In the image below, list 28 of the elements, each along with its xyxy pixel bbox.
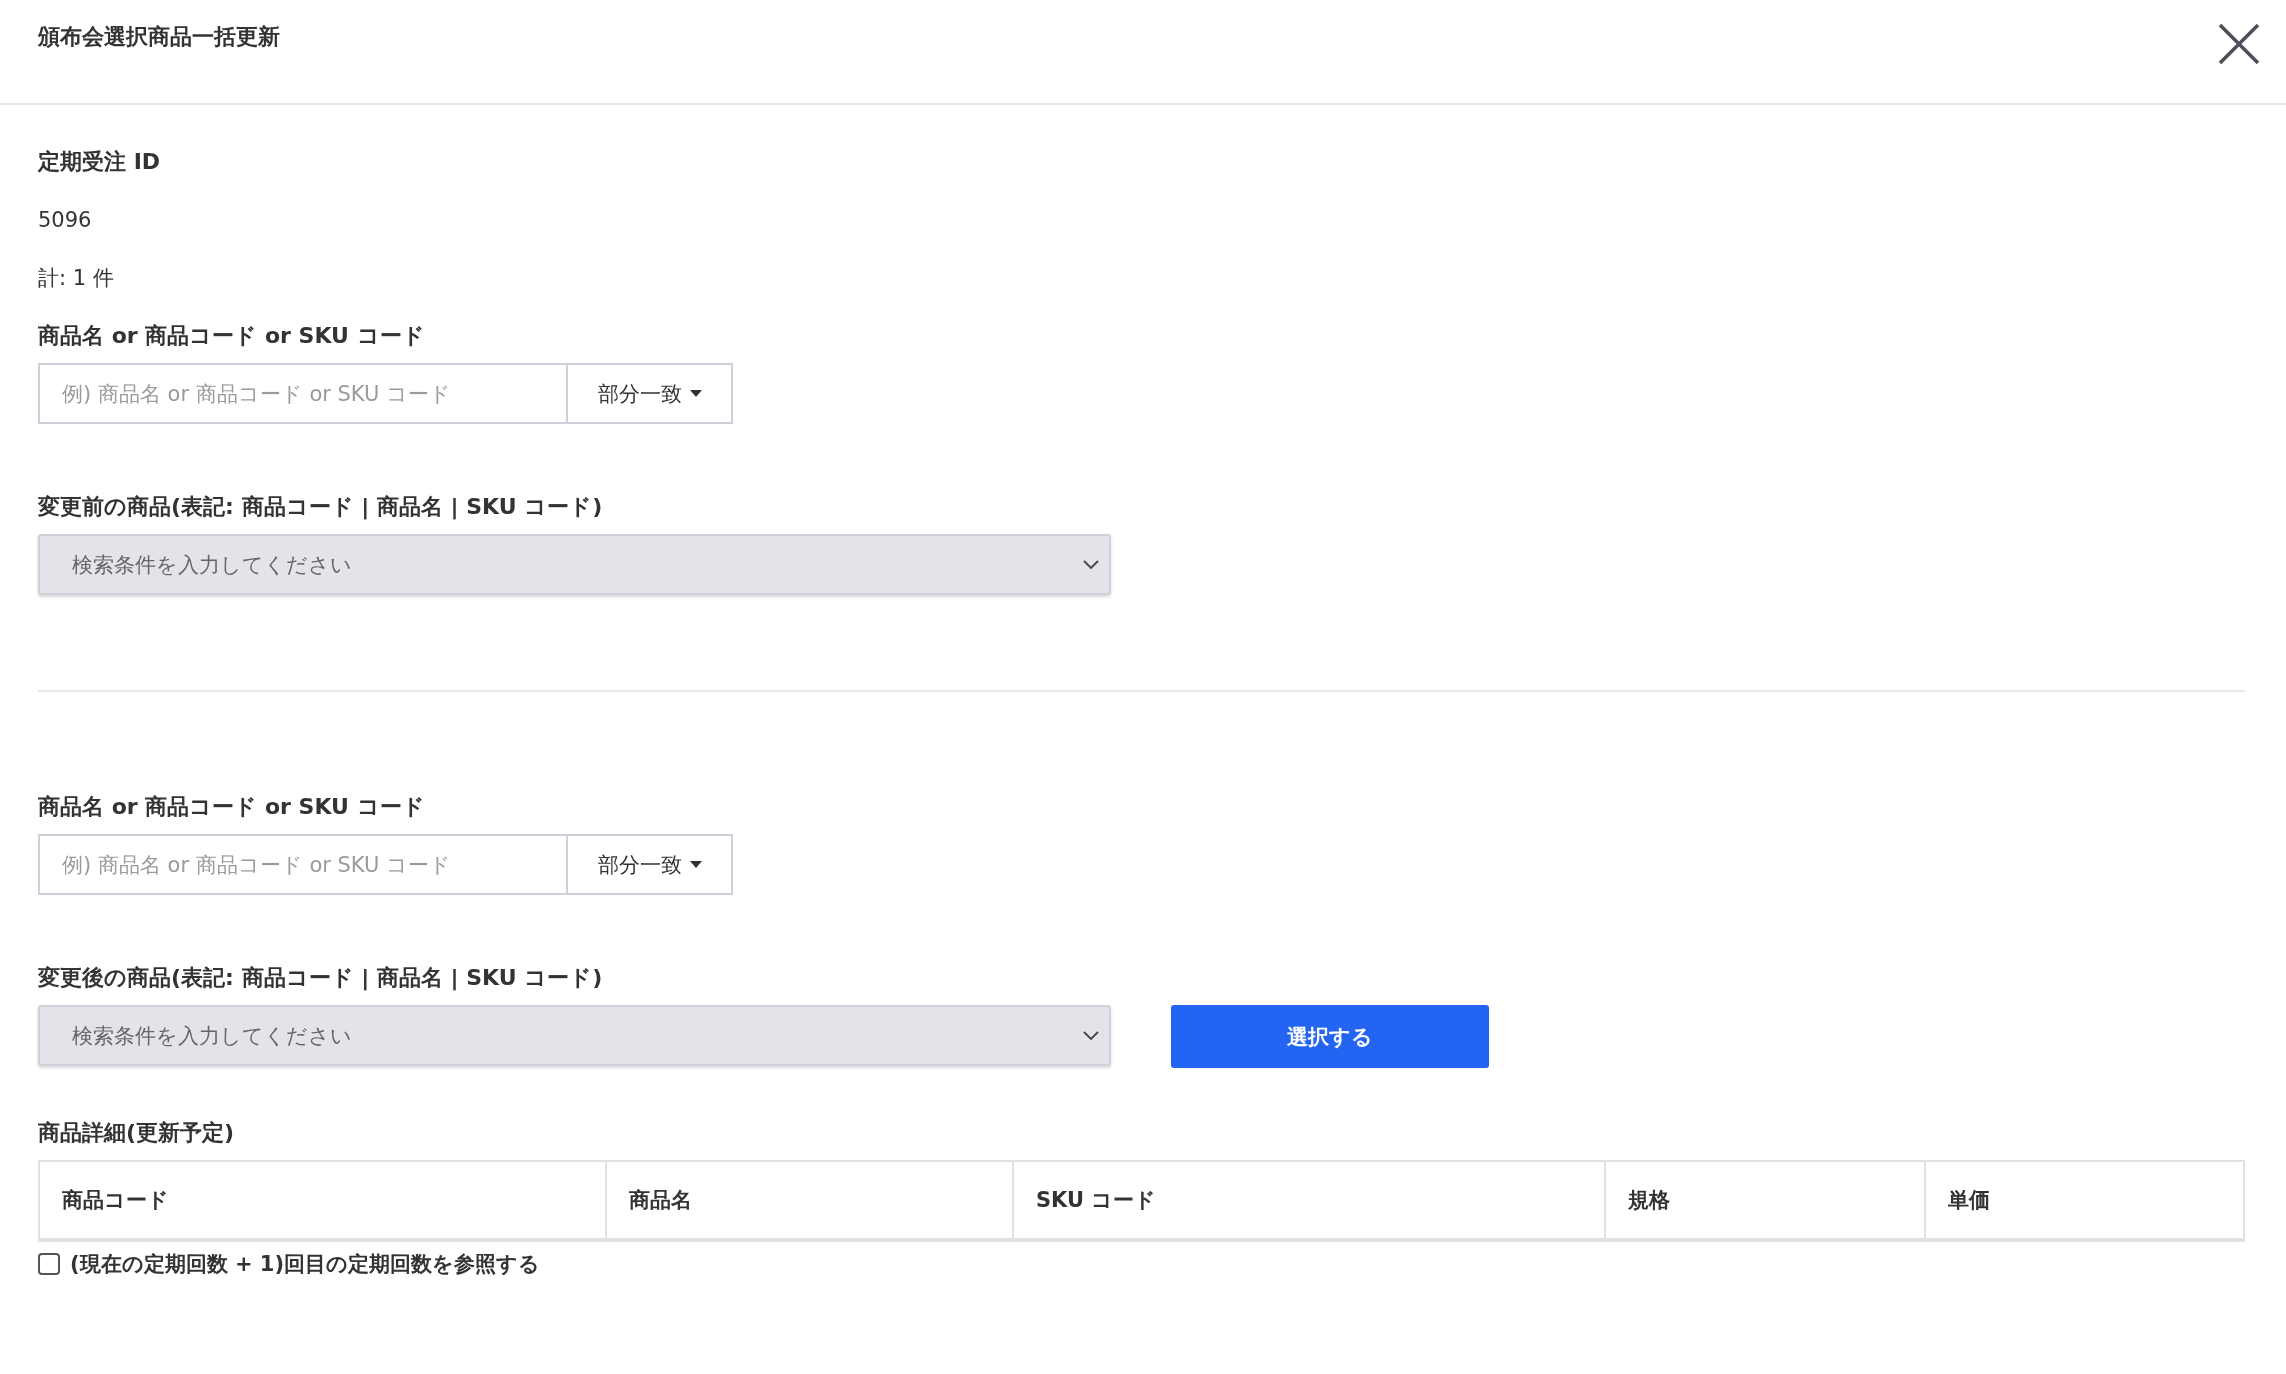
column-header: SKU コード	[1012, 1162, 1604, 1238]
field-label: 変更前の商品(表記: 商品コード | 商品名 | SKU コード)	[38, 493, 603, 522]
match-dropdown[interactable]: 部分一致	[566, 834, 733, 895]
caret-icon	[689, 390, 702, 397]
order-id-value: 5096	[38, 207, 92, 234]
field-label: 定期受注 ID	[38, 148, 161, 176]
checkbox-label: (現在の定期回数 + 1)回目の定期回数を参照する	[70, 1251, 541, 1278]
column-header: 商品名	[605, 1162, 1012, 1238]
field-label: 商品名 or 商品コード or SKU コード	[38, 322, 425, 350]
section-title: 商品詳細(更新予定)	[38, 1119, 235, 1147]
field-label: 変更後の商品(表記: 商品コード | 商品名 | SKU コード)	[38, 964, 603, 993]
close-icon[interactable]	[2217, 22, 2261, 66]
field-label: 商品名 or 商品コード or SKU コード	[38, 793, 425, 821]
product-select[interactable]: 検索条件を入力してください	[38, 1005, 1111, 1066]
caret-icon	[689, 861, 702, 868]
search-field[interactable]: 例) 商品名 or 商品コード or SKU コード	[38, 834, 566, 895]
search-field[interactable]: 例) 商品名 or 商品コード or SKU コード	[38, 363, 566, 424]
column-header: 単価	[1924, 1162, 2247, 1238]
match-dropdown[interactable]: 部分一致	[566, 363, 733, 424]
chevron-down-icon	[1083, 1031, 1099, 1040]
column-header: 規格	[1604, 1162, 1924, 1238]
select-button[interactable]: 選択する	[1171, 1005, 1489, 1068]
dialog-title: 頒布会選択商品一括更新	[38, 23, 280, 51]
chevron-down-icon	[1083, 560, 1099, 569]
checkbox[interactable]	[38, 1253, 60, 1275]
column-header: 商品コード	[61, 1187, 170, 1214]
total-count: 計: 1 件	[38, 265, 114, 292]
product-select[interactable]: 検索条件を入力してください	[38, 534, 1111, 595]
